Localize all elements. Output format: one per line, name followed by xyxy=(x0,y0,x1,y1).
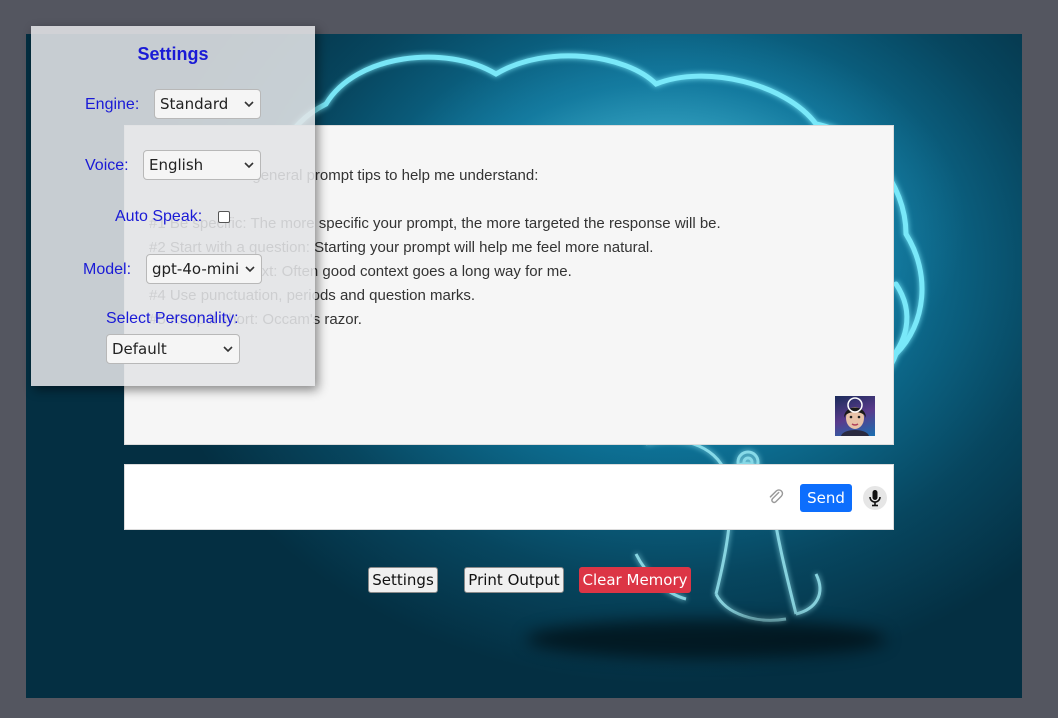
settings-panel: Settings Engine: Standard Voice: English… xyxy=(31,26,315,386)
engine-select-value: Standard xyxy=(160,95,229,113)
print-output-button[interactable]: Print Output xyxy=(464,567,564,593)
send-button[interactable]: Send xyxy=(800,484,852,512)
settings-title: Settings xyxy=(137,44,209,64)
voice-select[interactable]: English xyxy=(143,150,261,180)
personality-label: Select Personality: xyxy=(106,310,239,327)
settings-button[interactable]: Settings xyxy=(368,567,438,593)
engine-select[interactable]: Standard xyxy=(154,89,261,119)
chevron-down-icon xyxy=(223,346,233,353)
chevron-down-icon xyxy=(244,101,254,108)
model-select-value: gpt-4o-mini xyxy=(152,260,240,278)
chat-input-bar: Send xyxy=(124,464,894,530)
voice-select-value: English xyxy=(149,156,204,174)
paperclip-icon[interactable] xyxy=(767,488,785,506)
engine-label: Engine: xyxy=(85,96,140,113)
microphone-button[interactable] xyxy=(863,486,887,510)
figure-shadow xyxy=(526,619,886,659)
model-label: Model: xyxy=(83,261,132,278)
chevron-down-icon xyxy=(244,162,254,169)
voice-label: Voice: xyxy=(85,157,129,174)
personality-select-value: Default xyxy=(112,340,167,358)
model-select[interactable]: gpt-4o-mini xyxy=(146,254,262,284)
microphone-icon xyxy=(869,490,881,507)
chevron-down-icon xyxy=(245,266,255,273)
auto-speak-label: Auto Speak: xyxy=(115,208,203,225)
message-input[interactable] xyxy=(135,475,745,519)
auto-speak-checkbox[interactable] xyxy=(218,211,230,223)
assistant-avatar xyxy=(835,396,875,436)
personality-select[interactable]: Default xyxy=(106,334,240,364)
clear-memory-button[interactable]: Clear Memory xyxy=(579,567,691,593)
